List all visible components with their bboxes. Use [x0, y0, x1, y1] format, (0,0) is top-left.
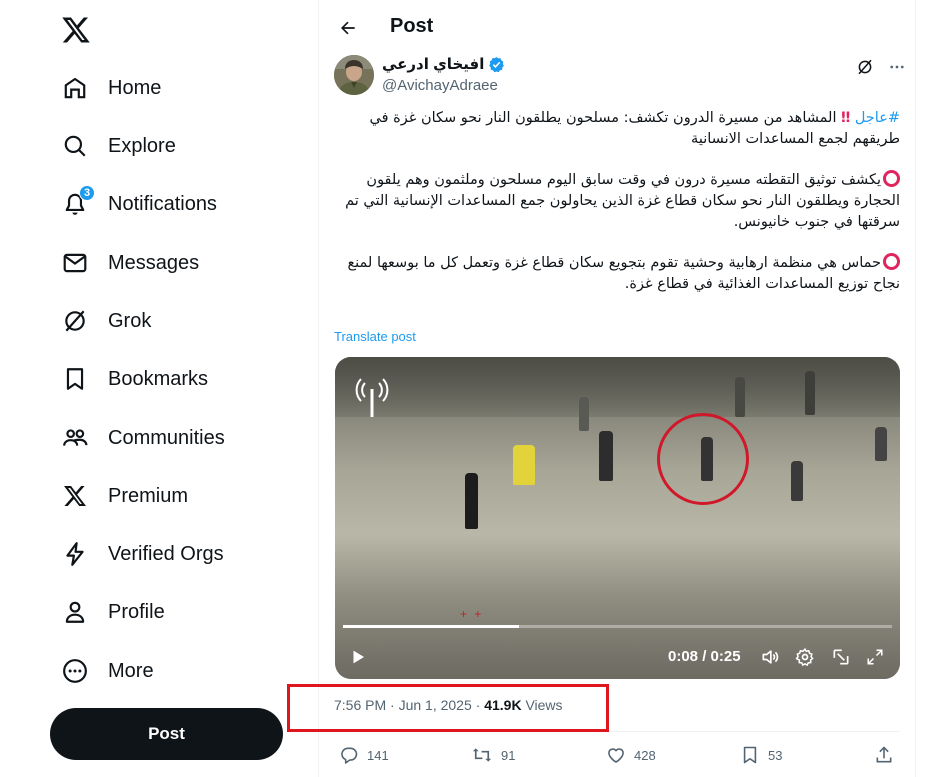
settings-button[interactable]	[793, 645, 817, 669]
tweet-paragraph-2: يكشف توثيق التقطته مسيرة درون في وقت ساب…	[334, 170, 900, 233]
back-button[interactable]	[331, 11, 365, 45]
verified-badge-icon[interactable]	[488, 56, 505, 73]
like-count: 428	[634, 747, 656, 763]
like-button[interactable]: 428	[606, 745, 656, 765]
nav-communities[interactable]: Communities	[50, 413, 237, 463]
red-circle-icon	[883, 170, 900, 187]
hashtag-link[interactable]: #عاجل	[855, 110, 900, 126]
share-button[interactable]	[874, 745, 894, 765]
bookmark-icon	[743, 746, 757, 764]
tweet-line-1: المشاهد من مسيرة الدرون تكشف: مسلحون يطل…	[369, 110, 900, 147]
nav-grok[interactable]: Grok	[50, 296, 163, 346]
nav-label-grok: Grok	[108, 309, 152, 332]
bookmark-button[interactable]: 53	[740, 745, 782, 765]
tweet-paragraph-1: #عاجل ‼ المشاهد من مسيرة الدرون تكشف: مس…	[334, 108, 900, 150]
bell-icon: 3	[62, 185, 95, 217]
pop-out-button[interactable]	[829, 645, 853, 669]
person-icon	[62, 599, 88, 625]
fullscreen-button[interactable]	[863, 645, 887, 669]
reply-count: 141	[367, 747, 389, 763]
play-button[interactable]	[345, 645, 371, 669]
tweet-paragraph-3: حماس هي منظمة ارهابية وحشية تقوم بتجويع …	[334, 253, 900, 295]
nav-label-messages: Messages	[108, 251, 200, 274]
more-options-button[interactable]	[884, 54, 910, 80]
nav-profile[interactable]: Profile	[50, 587, 177, 637]
pop-out-icon	[833, 649, 849, 665]
annotation-highlight-box	[287, 684, 609, 732]
repost-count: 91	[501, 747, 516, 763]
reply-icon	[341, 747, 358, 764]
author-handle[interactable]: @AvichayAdraee	[382, 77, 498, 94]
tweet-para-2-text: يكشف توثيق التقطته مسيرة درون في وقت ساب…	[345, 172, 900, 230]
antenna-watermark-icon	[355, 378, 389, 417]
grok-icon	[858, 59, 872, 75]
nav-premium[interactable]: Premium	[50, 471, 200, 521]
nav-label-verified-orgs: Verified Orgs	[108, 542, 224, 565]
post-button[interactable]: Post	[50, 708, 283, 760]
search-icon	[62, 133, 88, 159]
grok-explain-button[interactable]	[852, 54, 878, 80]
red-circle-icon	[883, 253, 900, 270]
nav-label-home: Home	[108, 76, 162, 99]
nav-label-profile: Profile	[108, 600, 165, 623]
avatar[interactable]	[334, 55, 374, 95]
video-time: 0:08 / 0:25	[668, 648, 741, 665]
nav-messages[interactable]: Messages	[50, 238, 211, 288]
x-logo-icon	[62, 483, 88, 509]
video-progress-fill	[343, 625, 519, 628]
bookmark-icon	[62, 366, 88, 392]
nav-label-more: More	[108, 659, 154, 682]
play-icon	[353, 650, 364, 664]
post-detail: Post افيخاي ادرعي @AvichayAdraee #عاجل ‼…	[319, 0, 915, 777]
repost-button[interactable]: 91	[471, 745, 515, 765]
volume-button[interactable]	[758, 645, 782, 669]
nav-notifications[interactable]: 3 Notifications	[50, 179, 229, 229]
column-divider-right	[915, 0, 916, 777]
nav-explore[interactable]: Explore	[50, 121, 188, 171]
author-name-text: افيخاي ادرعي	[382, 56, 485, 73]
nav-home[interactable]: Home	[50, 63, 173, 113]
nav-label-communities: Communities	[108, 426, 225, 449]
repost-icon	[472, 748, 492, 762]
tweet-text: #عاجل ‼ المشاهد من مسيرة الدرون تكشف: مس…	[334, 108, 900, 315]
notifications-badge: 3	[79, 185, 95, 201]
fullscreen-icon	[867, 649, 883, 665]
nav-label-notifications: Notifications	[108, 192, 217, 215]
crosshair-marker: + +	[460, 607, 484, 621]
author-name[interactable]: افيخاي ادرعي	[382, 55, 505, 73]
grok-icon	[62, 308, 88, 334]
envelope-icon	[62, 250, 88, 276]
video-player[interactable]: + + 0:08 / 0:25	[335, 357, 900, 679]
nav-label-premium: Premium	[108, 484, 189, 507]
people-icon	[62, 425, 88, 451]
share-icon	[876, 746, 892, 763]
page-title: Post	[390, 15, 434, 37]
nav-verified-orgs[interactable]: Verified Orgs	[50, 529, 236, 579]
video-progress-bar[interactable]	[343, 625, 892, 628]
tweet-para-3-text: حماس هي منظمة ارهابية وحشية تقوم بتجويع …	[347, 255, 900, 292]
gear-icon	[795, 647, 814, 667]
nav-bookmarks[interactable]: Bookmarks	[50, 354, 220, 404]
ellipsis-icon	[890, 65, 904, 69]
more-circle-icon	[62, 658, 88, 684]
nav-label-bookmarks: Bookmarks	[108, 367, 209, 390]
video-frame: + +	[335, 357, 900, 679]
highlight-circle	[657, 413, 749, 505]
translate-post-link[interactable]: Translate post	[334, 329, 416, 344]
speaker-icon	[762, 650, 779, 664]
arrow-left-icon	[341, 21, 355, 35]
heart-icon	[608, 748, 624, 763]
reply-button[interactable]: 141	[339, 745, 389, 765]
double-exclamation-icon: ‼	[841, 110, 851, 126]
nav-more[interactable]: More	[50, 646, 166, 696]
nav-label-explore: Explore	[108, 134, 176, 157]
left-sidebar: Home Explore 3 Notifications Messages Gr…	[0, 0, 318, 777]
lightning-icon	[62, 541, 88, 567]
home-icon	[62, 75, 88, 101]
bookmark-count: 53	[768, 747, 783, 763]
x-logo-icon[interactable]	[58, 12, 94, 48]
